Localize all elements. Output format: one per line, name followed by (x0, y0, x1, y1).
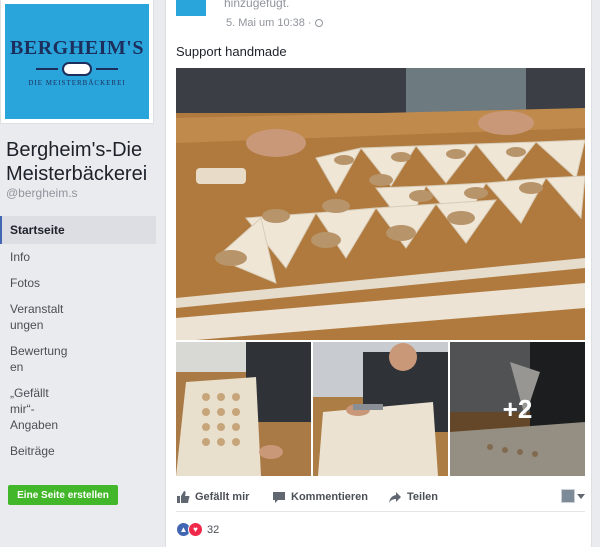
post-message: Support handmade (176, 44, 287, 59)
logo-subtitle: DIE MEISTERBÄCKEREI (28, 78, 126, 87)
caret-down-icon (577, 493, 585, 499)
comment-label: Kommentieren (291, 491, 369, 503)
share-button[interactable]: Teilen (388, 490, 438, 504)
post-photo-main[interactable] (176, 68, 585, 340)
thumbs-up-icon (177, 491, 190, 503)
logo-wordmark: BERGHEIM'S (10, 36, 144, 59)
baker-cutting-dough-photo (176, 342, 311, 476)
globe-icon (314, 19, 323, 27)
page-sidebar: BERGHEIM'S DIE MEISTERBÄCKEREI Bergheim'… (0, 0, 160, 547)
page-avatar-mini (561, 489, 575, 503)
post-photo-thumb-more[interactable]: +2 (450, 342, 585, 476)
more-photos-count[interactable]: +2 (450, 342, 585, 476)
logo-emblem (36, 61, 118, 76)
post-photo-thumb[interactable] (313, 342, 448, 476)
post-card: hinzugefügt. 5. Mai um 10:38 · Support h… (165, 0, 592, 547)
nav-item-reviews[interactable]: Bewertungen (0, 338, 80, 380)
love-reaction-icon: ♥ (188, 522, 203, 537)
author-avatar[interactable] (176, 0, 206, 16)
like-label: Gefällt mir (195, 491, 250, 503)
share-arrow-icon (389, 492, 401, 503)
like-button[interactable]: Gefällt mir (176, 490, 249, 504)
reaction-count[interactable]: 32 (207, 524, 219, 536)
page-nav: Startseite Info Fotos Veranstaltungen Be… (0, 216, 156, 464)
post-photo-thumb[interactable] (176, 342, 311, 476)
post-header: hinzugefügt. 5. Mai um 10:38 · (176, 0, 586, 32)
reaction-summary[interactable]: ▲ ♥ 32 (176, 522, 219, 537)
nav-item-home[interactable]: Startseite (0, 216, 156, 244)
share-label: Teilen (407, 491, 438, 503)
page-title[interactable]: Bergheim's-Die Meisterbäckerei (6, 138, 158, 186)
timestamp-text[interactable]: 5. Mai um 10:38 · (226, 17, 312, 29)
comment-button[interactable]: Kommentieren (272, 490, 368, 504)
post-as-selector[interactable] (561, 489, 585, 503)
baker-rolling-dough-photo (313, 342, 448, 476)
post-added-text: hinzugefügt. (224, 0, 290, 10)
nav-item-events[interactable]: Veranstaltungen (0, 296, 80, 338)
post-actions: Gefällt mir Kommentieren Teilen (176, 486, 585, 512)
page-username[interactable]: @bergheim.s (6, 186, 78, 200)
nav-item-likes[interactable]: „Gefällt mir“-Angaben (0, 380, 70, 438)
post-timestamp[interactable]: 5. Mai um 10:38 · (226, 17, 323, 29)
post-photo-thumbnails: +2 (176, 342, 585, 476)
nav-item-photos[interactable]: Fotos (0, 270, 156, 296)
nav-item-posts[interactable]: Beiträge (0, 438, 156, 464)
croissant-dough-photo (176, 68, 585, 340)
nav-item-info[interactable]: Info (0, 244, 156, 270)
comment-icon (273, 492, 285, 503)
page-profile-picture[interactable]: BERGHEIM'S DIE MEISTERBÄCKEREI (0, 0, 154, 124)
create-page-button[interactable]: Eine Seite erstellen (8, 485, 118, 505)
bakery-logo: BERGHEIM'S DIE MEISTERBÄCKEREI (5, 4, 149, 119)
